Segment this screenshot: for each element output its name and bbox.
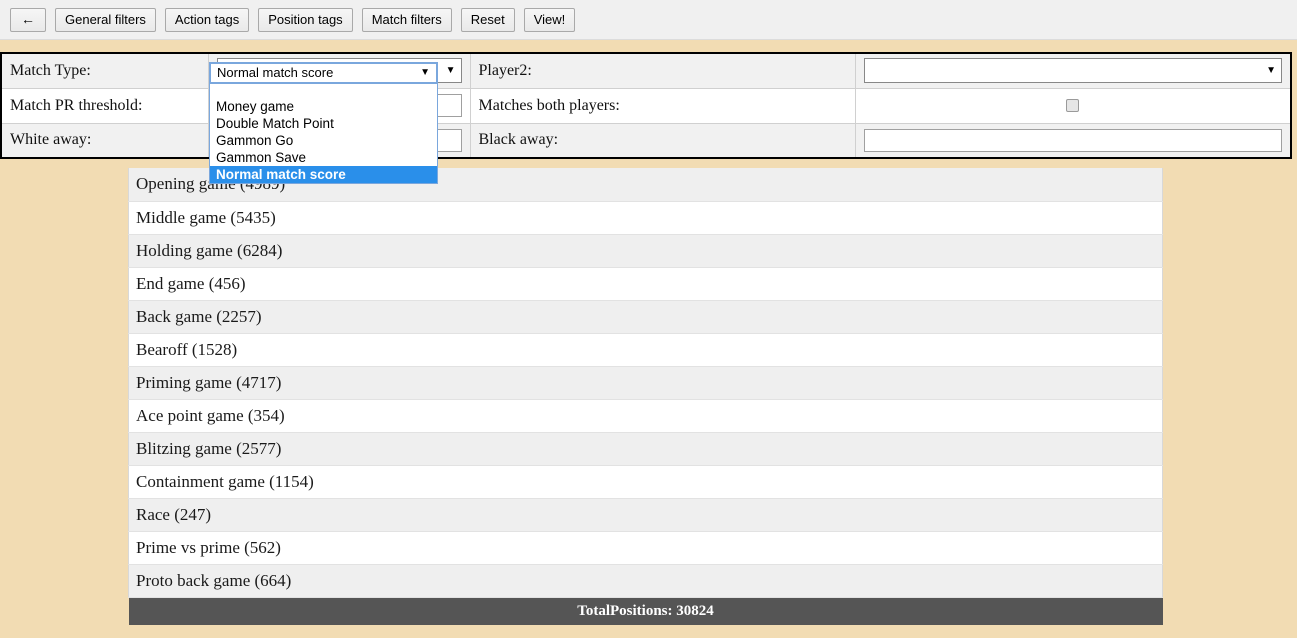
dropdown-option[interactable]: Gammon Go [210,132,437,149]
back-button[interactable]: ← [10,7,46,32]
player2-label: Player2: [469,52,856,89]
black-away-cell[interactable] [854,122,1292,159]
list-item-label[interactable]: Ace point game (354) [128,399,1163,433]
reset-button[interactable]: Reset [460,7,515,32]
matches-both-players-checkbox[interactable] [1066,99,1080,112]
list-item[interactable]: Bearoff (1528) [128,333,1163,367]
matches-both-players-cell[interactable] [854,87,1292,124]
list-item-label[interactable]: Prime vs prime (562) [128,531,1163,565]
list-item[interactable]: Race (247) [128,498,1163,532]
position-tags-button[interactable]: Position tags [258,7,353,32]
list-item-label[interactable]: Holding game (6284) [128,234,1163,268]
chevron-down-icon: ▼ [1266,65,1276,77]
list-item[interactable]: Back game (2257) [128,300,1163,334]
filter-row-match-pr-threshold: Match PR threshold: Matches both players… [0,87,1292,124]
black-away-label: Black away: [469,122,856,159]
white-away-label: White away: [0,122,209,159]
list-item-label[interactable]: Containment game (1154) [128,465,1163,499]
total-positions-row: TotalPositions: 30824 [128,597,1163,625]
list-item[interactable]: End game (456) [128,267,1163,301]
total-positions-label: TotalPositions: 30824 [128,597,1163,625]
dropdown-option[interactable]: Gammon Save [210,149,437,166]
general-filters-button[interactable]: General filters [55,7,156,32]
match-type-dropdown-options: Money game Double Match Point Gammon Go … [209,84,438,184]
list-item[interactable]: Holding game (6284) [128,234,1163,268]
matches-both-players-label: Matches both players: [469,87,856,124]
match-type-dropdown[interactable]: Normal match score ▼ Money game Double M… [209,62,438,184]
list-item[interactable]: Ace point game (354) [128,399,1163,433]
list-item[interactable]: Prime vs prime (562) [128,531,1163,565]
match-filters-panel: Match Type: Normal match score ▼ Player2… [0,52,1292,159]
dropdown-option[interactable]: Double Match Point [210,115,437,132]
match-type-label: Match Type: [0,52,209,89]
player2-select-cell[interactable]: ▼ [854,52,1292,89]
dropdown-option-selected[interactable]: Normal match score [210,166,437,183]
action-tags-button[interactable]: Action tags [164,7,250,32]
dropdown-option[interactable]: Money game [210,98,437,115]
list-item-label[interactable]: Blitzing game (2577) [128,432,1163,466]
list-item-label[interactable]: Proto back game (664) [128,564,1163,598]
list-item[interactable]: Middle game (5435) [128,201,1163,235]
list-item-label[interactable]: Middle game (5435) [128,201,1163,235]
list-item-label[interactable]: Priming game (4717) [128,366,1163,400]
view-button[interactable]: View! [523,7,576,32]
top-toolbar: ← General filters Action tags Position t… [0,0,1297,40]
list-item-label[interactable]: End game (456) [128,267,1163,301]
match-filters-button[interactable]: Match filters [361,7,452,32]
match-pr-threshold-label: Match PR threshold: [0,87,209,124]
match-type-dropdown-header[interactable]: Normal match score ▼ [209,62,438,84]
list-item[interactable]: Blitzing game (2577) [128,432,1163,466]
list-item-label[interactable]: Bearoff (1528) [128,333,1163,367]
black-away-input[interactable] [863,128,1282,152]
list-item[interactable]: Containment game (1154) [128,465,1163,499]
filter-row-white-away: White away: Black away: [0,122,1292,159]
list-item[interactable]: Priming game (4717) [128,366,1163,400]
match-type-dropdown-selected: Normal match score [217,65,334,80]
chevron-down-icon: ▼ [445,65,456,77]
list-item-label[interactable]: Race (247) [128,498,1163,532]
list-item[interactable]: Proto back game (664) [128,564,1163,598]
list-item-label[interactable]: Back game (2257) [128,300,1163,334]
position-tag-list: Opening game (4989) Middle game (5435) H… [128,168,1163,625]
player2-select[interactable]: ▼ [863,58,1282,84]
toolbar-divider-strip [0,40,1297,52]
chevron-down-icon: ▼ [420,67,430,78]
filter-row-match-type: Match Type: Normal match score ▼ Player2… [0,52,1292,89]
